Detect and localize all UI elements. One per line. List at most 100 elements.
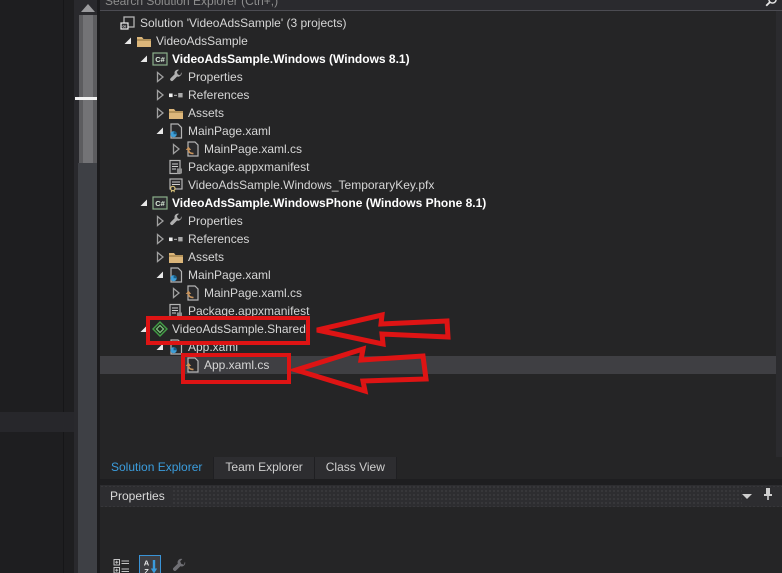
tree-item[interactable]: App.xaml.cs: [100, 356, 782, 374]
tree-item[interactable]: Package.appxmanifest: [100, 302, 782, 320]
properties-title: Properties: [100, 487, 173, 505]
expander-expanded-icon[interactable]: [136, 51, 152, 67]
expander-collapsed-icon[interactable]: [152, 231, 168, 247]
tree-item-label: MainPage.xaml.cs: [204, 286, 303, 300]
tree-scrollbar-track[interactable]: [776, 11, 782, 457]
search-icon[interactable]: [764, 0, 778, 10]
tree-item[interactable]: Properties: [100, 212, 782, 230]
expander-collapsed-icon[interactable]: [152, 69, 168, 85]
editor-scrollbar-track-lower[interactable]: [78, 163, 98, 573]
tree-item-label: VideoAdsSample: [156, 34, 248, 48]
tab-solution-explorer[interactable]: Solution Explorer: [100, 457, 215, 479]
tree-item[interactable]: MainPage.xaml: [100, 122, 782, 140]
expander-expanded-icon[interactable]: [136, 321, 152, 337]
tabstrip-filler: [396, 457, 782, 479]
properties-titlebar[interactable]: Properties: [100, 485, 782, 507]
tree-item[interactable]: VideoAdsSample.Windows_TemporaryKey.pfx: [100, 176, 782, 194]
expander-collapsed-icon[interactable]: [168, 285, 184, 301]
tree-item-label: VideoAdsSample.Shared: [172, 322, 306, 336]
scrollbar-up-arrow-icon[interactable]: [81, 4, 95, 12]
tree-item[interactable]: Properties: [100, 68, 782, 86]
svg-text:C#: C#: [155, 199, 165, 208]
tree-item[interactable]: ∞ Solution 'VideoAdsSample' (3 projects): [100, 14, 782, 32]
expander-collapsed-icon[interactable]: [152, 249, 168, 265]
tree-item[interactable]: MainPage.xaml.cs: [100, 140, 782, 158]
tree-item-label: Package.appxmanifest: [188, 304, 310, 318]
tree-item-label: MainPage.xaml.cs: [204, 142, 303, 156]
folder-icon: [168, 105, 184, 121]
search-placeholder: Search Solution Explorer (Ctrl+;): [105, 0, 279, 8]
tree-item-label: Package.appxmanifest: [188, 160, 310, 174]
tool-window-tabstrip: Solution Explorer Team Explorer Class View: [100, 457, 782, 479]
expander-expanded-icon[interactable]: [136, 195, 152, 211]
tree-item-label: MainPage.xaml: [188, 268, 271, 282]
sort-alphabetical-button[interactable]: AZ: [139, 555, 161, 573]
editor-highlight-band: [0, 412, 74, 432]
tree-item-label: VideoAdsSample.WindowsPhone (Windows Pho…: [172, 196, 487, 210]
tree-item[interactable]: C# VideoAdsSample.WindowsPhone (Windows P…: [100, 194, 782, 212]
tree-item[interactable]: Package.appxmanifest: [100, 158, 782, 176]
manifest-icon: [168, 159, 184, 175]
xaml-icon: [168, 123, 184, 139]
refs-icon: [168, 87, 184, 103]
editor-scrollbar-thumb[interactable]: [79, 15, 97, 163]
window-menu-icon[interactable]: [742, 493, 752, 499]
editor-divider-line: [63, 0, 64, 573]
expander-expanded-icon[interactable]: [120, 33, 136, 49]
tree-item-label: References: [188, 232, 250, 246]
pfx-icon: [168, 177, 184, 193]
expander-collapsed-icon[interactable]: [168, 141, 184, 157]
tab-team-explorer[interactable]: Team Explorer: [214, 457, 315, 479]
expander-expanded-icon[interactable]: [152, 339, 168, 355]
tree-item[interactable]: Assets: [100, 104, 782, 122]
tree-item[interactable]: C# VideoAdsSample.Windows (Windows 8.1): [100, 50, 782, 68]
tree-item-label: Assets: [188, 250, 225, 264]
tree-item-label: VideoAdsSample.Windows (Windows 8.1): [172, 52, 410, 66]
expander-expanded-icon[interactable]: [152, 267, 168, 283]
solution-explorer-panel: Search Solution Explorer (Ctrl+;) ∞ Solut…: [100, 0, 782, 573]
tree-item-label: App.xaml.cs: [204, 358, 270, 372]
tree-item-label: VideoAdsSample.Windows_TemporaryKey.pfx: [188, 178, 435, 192]
csfile-icon: [184, 285, 200, 301]
refs-icon: [168, 231, 184, 247]
tree-item-label: MainPage.xaml: [188, 124, 271, 138]
csproj-icon: C#: [152, 195, 168, 211]
csfile-icon: [184, 141, 200, 157]
solution-icon: ∞: [120, 15, 136, 31]
tree-item[interactable]: App.xaml: [100, 338, 782, 356]
expander-collapsed-icon[interactable]: [152, 87, 168, 103]
tree-item[interactable]: VideoAdsSample.Shared: [100, 320, 782, 338]
expander-collapsed-icon[interactable]: [152, 105, 168, 121]
expander-collapsed-icon[interactable]: [152, 213, 168, 229]
shared-icon: [152, 321, 168, 337]
folder-icon: [168, 249, 184, 265]
tree-item[interactable]: Assets: [100, 248, 782, 266]
categorized-button[interactable]: [110, 555, 132, 573]
tree-item[interactable]: References: [100, 230, 782, 248]
properties-toolbar: AZ: [110, 555, 190, 573]
tree-item[interactable]: MainPage.xaml: [100, 266, 782, 284]
property-pages-button[interactable]: [168, 555, 190, 573]
tree-item-label: App.xaml: [188, 340, 239, 354]
tree-item[interactable]: References: [100, 86, 782, 104]
svg-text:C#: C#: [155, 55, 165, 64]
tree-item-label: Properties: [188, 70, 243, 84]
tab-class-view[interactable]: Class View: [315, 457, 397, 479]
tree-item-label: Properties: [188, 214, 243, 228]
tree-item[interactable]: MainPage.xaml.cs: [100, 284, 782, 302]
svg-text:Z: Z: [144, 567, 149, 573]
xaml-icon: [168, 267, 184, 283]
tree-item[interactable]: VideoAdsSample: [100, 32, 782, 50]
expander-expanded-icon[interactable]: [152, 123, 168, 139]
xaml-icon: [168, 339, 184, 355]
svg-text:∞: ∞: [123, 24, 127, 30]
tree-item-label: Assets: [188, 106, 225, 120]
tree-item-label: References: [188, 88, 250, 102]
pin-icon[interactable]: [762, 487, 774, 506]
search-input[interactable]: Search Solution Explorer (Ctrl+;): [100, 0, 782, 11]
